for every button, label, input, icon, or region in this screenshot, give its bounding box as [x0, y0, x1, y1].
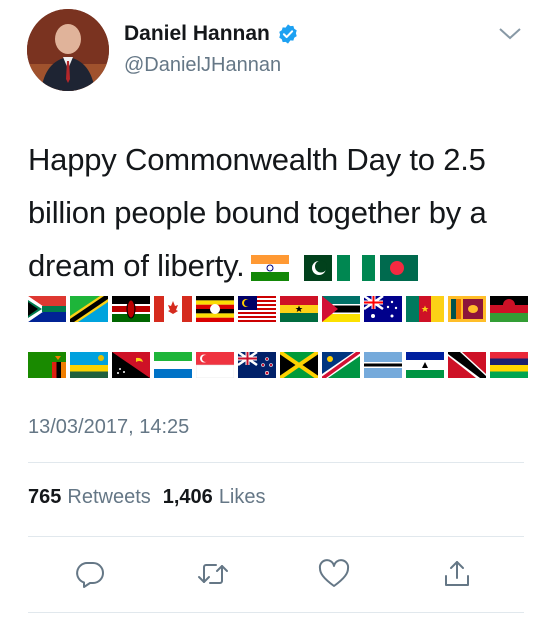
divider — [28, 612, 524, 613]
south-africa-flag-icon — [28, 296, 66, 322]
flags-row-1 — [28, 296, 528, 322]
ghana-flag-icon — [280, 296, 318, 322]
jamaica-flag-icon — [280, 352, 318, 378]
mauritius-flag-icon — [490, 352, 528, 378]
avatar[interactable] — [27, 9, 109, 91]
uganda-flag-icon — [196, 296, 234, 322]
mozambique-flag-icon — [322, 296, 360, 322]
malawi-flag-icon — [490, 296, 528, 322]
author-handle[interactable]: @DanielJHannan — [124, 54, 281, 77]
avatar-image — [27, 9, 109, 91]
namibia-flag-icon — [322, 352, 360, 378]
rwanda-flag-icon — [70, 352, 108, 378]
author-name[interactable]: Daniel Hannan — [124, 22, 270, 46]
share-icon — [445, 561, 469, 586]
tanzania-flag-icon — [70, 296, 108, 322]
retweets-count[interactable]: 765 — [28, 486, 61, 509]
reply-icon — [76, 562, 104, 588]
tweet-timestamp[interactable]: 13/03/2017, 14:25 — [28, 416, 189, 439]
likes-label[interactable]: Likes — [219, 486, 266, 509]
india-flag-icon — [250, 254, 289, 281]
tweet-actions — [0, 556, 534, 596]
lesotho-flag-icon — [406, 352, 444, 378]
divider — [28, 462, 524, 463]
new-zealand-flag-icon — [238, 352, 276, 378]
retweet-icon — [198, 564, 228, 584]
divider — [28, 536, 524, 537]
sierra-leone-flag-icon — [154, 352, 192, 378]
inline-flags — [250, 254, 418, 281]
tweet-text: Happy Commonwealth Day to 2.5 billion pe… — [28, 133, 523, 292]
heart-icon — [318, 559, 350, 587]
zambia-flag-icon — [28, 352, 66, 378]
malaysia-flag-icon — [238, 296, 276, 322]
retweet-button[interactable] — [195, 556, 231, 592]
botswana-flag-icon — [364, 352, 402, 378]
pakistan-flag-icon — [293, 254, 332, 281]
bangladesh-flag-icon — [379, 254, 418, 281]
retweets-label[interactable]: Retweets — [67, 486, 150, 509]
tweet-stats: 765 Retweets 1,406 Likes — [28, 486, 278, 509]
author-name-row: Daniel Hannan — [124, 22, 299, 46]
sri-lanka-flag-icon — [448, 296, 486, 322]
cameroon-flag-icon — [406, 296, 444, 322]
canada-flag-icon — [154, 296, 192, 322]
like-button[interactable] — [316, 556, 352, 592]
reply-button[interactable] — [72, 556, 108, 592]
trinidad-and-tobago-flag-icon — [448, 352, 486, 378]
australia-flag-icon — [364, 296, 402, 322]
chevron-down-icon[interactable] — [497, 24, 523, 44]
flags-row-2 — [28, 352, 528, 378]
kenya-flag-icon — [112, 296, 150, 322]
likes-count[interactable]: 1,406 — [163, 486, 213, 509]
verified-badge-icon — [279, 24, 297, 44]
nigeria-flag-icon — [336, 254, 375, 281]
papua-new-guinea-flag-icon — [112, 352, 150, 378]
singapore-flag-icon — [196, 352, 234, 378]
share-button[interactable] — [439, 556, 475, 592]
